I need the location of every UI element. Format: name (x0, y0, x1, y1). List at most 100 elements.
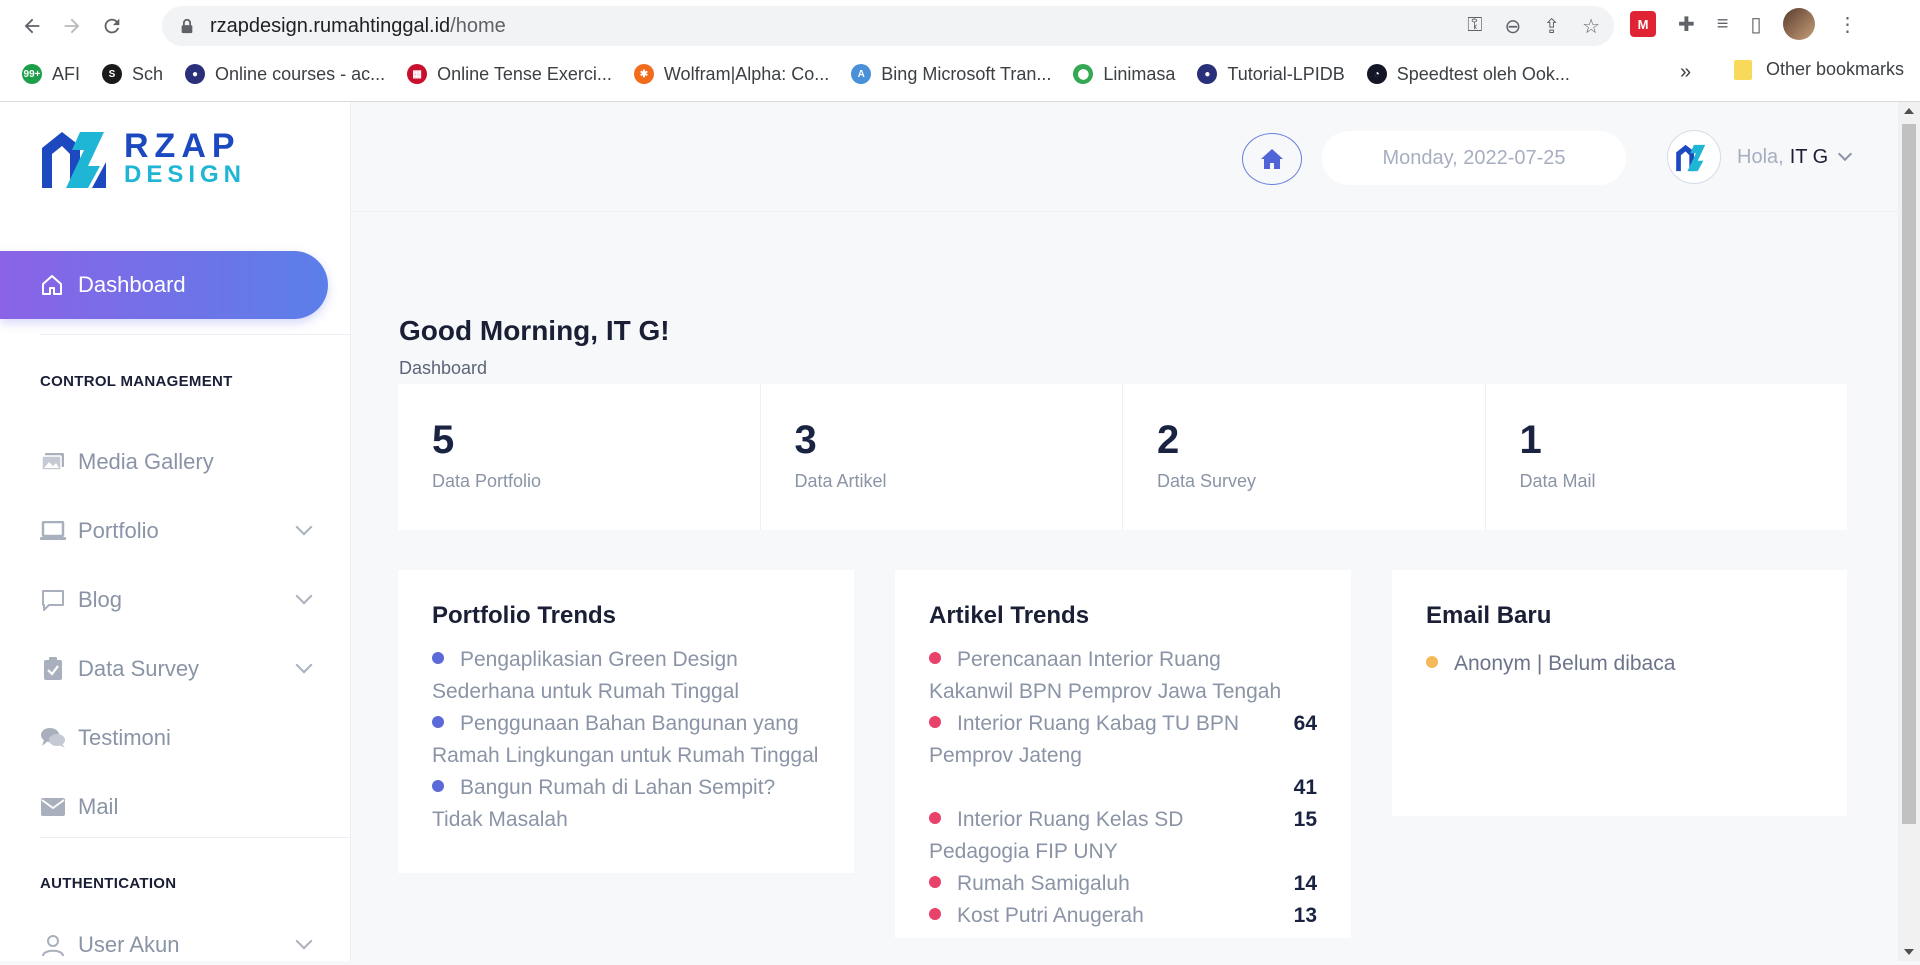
side-panel-icon[interactable]: ▯ (1750, 12, 1761, 37)
bookmark-favicon-icon: A (851, 64, 872, 84)
topbar: Monday, 2022-07-25 Hola, IT G (351, 102, 1898, 212)
trend-item[interactable]: Rumah Samigaluh 14 (929, 868, 1317, 900)
bookmark-item[interactable]: ● Online courses - ac... (185, 64, 385, 85)
brand-logo[interactable]: RZAP DESIGN (40, 126, 246, 190)
trend-label: Bangun Rumah di Lahan Sempit? Tidak Masa… (432, 776, 776, 831)
bookmark-item[interactable]: ◔ Speedtest oleh Ook... (1366, 64, 1570, 85)
bookmark-item[interactable]: S Sch (102, 64, 163, 85)
puzzle-icon[interactable]: ✚ (1678, 12, 1695, 37)
arrow-right-icon (64, 18, 80, 34)
trend-item[interactable]: Perencanaan Interior Ruang Kakanwil BPN … (929, 644, 1317, 708)
key-icon[interactable]: ⚿ (1467, 14, 1482, 39)
bookmark-favicon-icon: ✱ (633, 64, 654, 84)
bookmark-item[interactable]: 99+ AFI (22, 64, 80, 85)
sidebar-item-label: Blog (78, 587, 123, 612)
trend-label-text: Kost Putri Anugerah (957, 904, 1144, 927)
menu-kebab-icon[interactable]: ⋮ (1837, 12, 1857, 37)
media-queue-icon[interactable]: ≡ (1717, 13, 1729, 36)
scroll-up-arrow-icon[interactable] (1904, 108, 1914, 114)
trend-label: Interior Ruang Kelas SD Pedagogia FIP UN… (929, 804, 1287, 868)
trend-label: Rumah Samigaluh (929, 868, 1287, 900)
main-content: Monday, 2022-07-25 Hola, IT G Good Morni… (351, 102, 1898, 961)
bullet-dot (432, 780, 444, 793)
page-scrollbar[interactable] (1898, 102, 1920, 961)
bullet-dot (1426, 656, 1438, 669)
portfolio-trends-card: Portfolio Trends Pengaplikasian Green De… (398, 570, 854, 873)
scroll-down-arrow-icon[interactable] (1904, 949, 1914, 955)
logo-mark-icon (1676, 144, 1706, 172)
divider (40, 334, 351, 335)
url-path: /home (450, 14, 506, 37)
breadcrumb: Dashboard (399, 358, 488, 378)
mendeley-extension-icon[interactable]: M (1630, 11, 1656, 37)
bookmark-item[interactable]: A Bing Microsoft Tran... (851, 64, 1051, 85)
profile-avatar[interactable] (1783, 8, 1816, 40)
email-list: Anonym | Belum dibaca (1426, 648, 1813, 680)
brand-wordmark: RZAP DESIGN (124, 129, 246, 187)
email-item[interactable]: Anonym | Belum dibaca (1426, 648, 1813, 680)
bookmark-favicon-icon: 99+ (22, 64, 42, 84)
url-host: rzapdesign.rumahtinggal.id (210, 14, 451, 37)
stat-card-survey: 2 Data Survey (1123, 384, 1486, 530)
bookmark-item[interactable]: ✱ Wolfram|Alpha: Co... (633, 64, 829, 85)
stat-value: 1 (1519, 418, 1542, 462)
trend-item[interactable]: Pengaplikasian Green Design Sederhana un… (432, 644, 820, 708)
bullet-dot (929, 716, 941, 729)
user-menu[interactable]: Hola, IT G (1667, 130, 1853, 184)
stat-label: Data Portfolio (432, 471, 542, 491)
sidebar-item-label: Mail (78, 794, 119, 819)
share-icon[interactable]: ⇪ (1543, 14, 1560, 39)
sidebar-item-mail[interactable]: Mail (40, 787, 310, 827)
stat-card-portfolio: 5 Data Portfolio (398, 384, 761, 530)
sidebar-item-portfolio[interactable]: Portfolio (40, 511, 313, 551)
bookmarks-overflow-button[interactable]: » (1680, 61, 1691, 84)
bookmark-item[interactable]: ● Tutorial-LPIDB (1197, 64, 1345, 85)
other-bookmarks-button[interactable]: Other bookmarks (1734, 59, 1904, 80)
sidebar-item-label: Data Survey (78, 656, 200, 681)
back-button[interactable] (12, 6, 52, 46)
date-display: Monday, 2022-07-25 (1322, 131, 1626, 185)
trend-item[interactable]: Interior Ruang Kelas SD Pedagogia FIP UN… (929, 804, 1317, 868)
reload-button[interactable] (92, 6, 132, 46)
browser-chrome: rzapdesign.rumahtinggal.id/home ⚿ ⊖ ⇪ ☆ … (0, 0, 1920, 102)
trend-label: Kost Putri Anugerah (929, 900, 1287, 932)
trend-item[interactable]: Penggunaan Bahan Bangunan yang Ramah Lin… (432, 708, 820, 772)
sidebar-item-data-survey[interactable]: Data Survey (40, 649, 313, 689)
brand-line1: RZAP (124, 127, 241, 165)
lock-icon (181, 18, 193, 34)
bookmark-favicon-icon: ● (1197, 64, 1218, 84)
trend-label: Penggunaan Bahan Bangunan yang Ramah Lin… (432, 712, 819, 767)
trend-item[interactable]: Bangun Rumah di Lahan Sempit? Tidak Masa… (432, 772, 820, 836)
home-button[interactable] (1242, 133, 1302, 185)
sidebar-item-label: User Akun (78, 932, 180, 957)
section-title-authentication: AUTHENTICATION (40, 875, 177, 892)
zoom-icon[interactable]: ⊖ (1505, 14, 1522, 39)
omnibox[interactable]: rzapdesign.rumahtinggal.id/home ⚿ ⊖ ⇪ ☆ (162, 6, 1614, 46)
sidebar-item-testimoni[interactable]: Testimoni (40, 718, 310, 758)
trend-item[interactable]: Interior Ruang Kabag TU BPN Pemprov Jate… (929, 708, 1317, 772)
bullet-dot (929, 908, 941, 921)
bookmark-favicon-icon: ● (185, 64, 206, 84)
card-title: Portfolio Trends (432, 602, 617, 629)
trend-label: Interior Ruang Kabag TU BPN Pemprov Jate… (929, 708, 1287, 772)
logo-mark-icon (42, 132, 106, 188)
scroll-thumb[interactable] (1902, 124, 1916, 824)
forward-button[interactable] (52, 6, 92, 46)
bookmark-item[interactable]: ⬤ Linimasa (1073, 64, 1175, 85)
sidebar-item-blog[interactable]: Blog (40, 580, 313, 620)
omnibox-actions: ⚿ ⊖ ⇪ ☆ (1467, 14, 1600, 39)
trend-item[interactable]: Kost Putri Anugerah 13 (929, 900, 1317, 932)
stat-label: Data Mail (1519, 471, 1596, 491)
bookmark-favicon-icon: ⬤ (1073, 64, 1094, 84)
chevron-down-icon (295, 587, 313, 605)
artikel-trends-card: Artikel Trends Perencanaan Interior Ruan… (895, 570, 1351, 938)
comments-icon (40, 725, 66, 751)
portfolio-trends-list: Pengaplikasian Green Design Sederhana un… (432, 644, 820, 836)
bookmark-item[interactable]: ▦ Online Tense Exerci... (407, 64, 612, 85)
sidebar-item-media-gallery[interactable]: Media Gallery (40, 442, 310, 482)
star-icon[interactable]: ☆ (1582, 14, 1600, 39)
trend-count: 41 (1293, 776, 1317, 799)
sidebar-item-dashboard[interactable]: Dashboard (0, 251, 328, 319)
sidebar-item-user-akun[interactable]: User Akun (40, 925, 313, 965)
trend-count: 14 (1293, 872, 1317, 895)
